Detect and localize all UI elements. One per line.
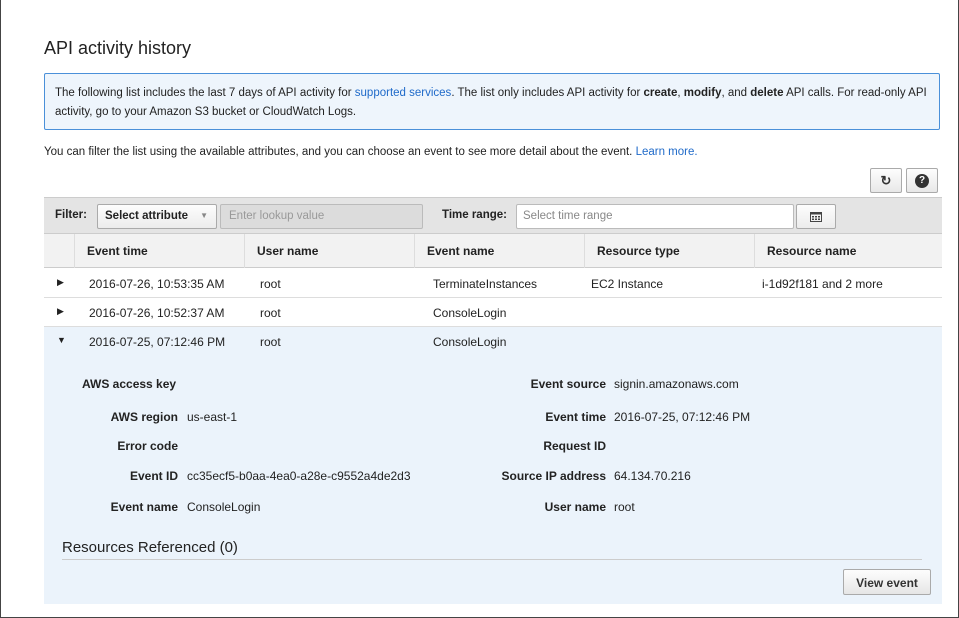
event-name-value: ConsoleLogin bbox=[187, 500, 261, 514]
resources-referenced-heading: Resources Referenced (0) bbox=[62, 539, 238, 556]
attribute-select[interactable]: Select attribute ▼ bbox=[97, 204, 217, 229]
cell-resource-name: i-1d92f181 and 2 more bbox=[762, 277, 883, 291]
event-time-label: Event time bbox=[545, 410, 606, 424]
info-text: The following list includes the last 7 d… bbox=[55, 87, 355, 99]
column-header-user-name[interactable]: User name bbox=[244, 234, 414, 268]
cell-user-name: root bbox=[260, 335, 281, 349]
time-range-label: Time range: bbox=[442, 209, 507, 221]
event-id-link[interactable]: cc35ecf5-b0aa-4ea0-a28e-c9552a4de2d3 bbox=[187, 469, 411, 483]
table-row-expanded[interactable]: ▼ 2016-07-25, 07:12:46 PM root ConsoleLo… bbox=[44, 327, 942, 356]
time-range-input[interactable]: Select time range bbox=[516, 204, 794, 229]
help-button[interactable]: ? bbox=[906, 168, 938, 193]
column-header-resource-name[interactable]: Resource name bbox=[754, 234, 942, 268]
info-box: The following list includes the last 7 d… bbox=[44, 73, 940, 130]
info-modify: modify bbox=[683, 87, 722, 99]
info-text: , and bbox=[721, 87, 751, 99]
help-icon: ? bbox=[915, 173, 929, 188]
calendar-button[interactable] bbox=[796, 204, 836, 229]
cell-user-name: root bbox=[260, 306, 281, 320]
user-name-value: root bbox=[614, 500, 635, 514]
cell-user-name: root bbox=[260, 277, 281, 291]
filter-bar: Filter: Select attribute ▼ Enter lookup … bbox=[44, 197, 942, 234]
event-name-label: Event name bbox=[110, 500, 178, 514]
info-create: create bbox=[643, 87, 678, 99]
request-id-label: Request ID bbox=[543, 439, 606, 453]
cell-event-name: TerminateInstances bbox=[433, 277, 538, 291]
lookup-input[interactable]: Enter lookup value bbox=[220, 204, 423, 229]
cell-event-time: 2016-07-25, 07:12:46 PM bbox=[89, 335, 226, 349]
chevron-down-icon: ▼ bbox=[200, 211, 208, 220]
filter-label: Filter: bbox=[55, 209, 87, 221]
attribute-select-value: Select attribute bbox=[105, 210, 189, 222]
cell-resource-type: EC2 Instance bbox=[591, 277, 664, 291]
column-header-resource-type[interactable]: Resource type bbox=[584, 234, 754, 268]
event-source-value: signin.amazonaws.com bbox=[614, 377, 739, 391]
source-ip-value: 64.134.70.216 bbox=[614, 469, 691, 483]
cell-event-time: 2016-07-26, 10:52:37 AM bbox=[89, 306, 225, 320]
column-header-event-name[interactable]: Event name bbox=[414, 234, 584, 268]
cell-event-name: ConsoleLogin bbox=[433, 335, 507, 349]
error-code-label: Error code bbox=[117, 439, 178, 453]
cell-event-time: 2016-07-26, 10:53:35 AM bbox=[89, 277, 225, 291]
event-source-label: Event source bbox=[530, 377, 606, 391]
info-delete: delete bbox=[750, 87, 784, 99]
learn-more-link[interactable]: Learn more. bbox=[636, 146, 698, 158]
table-row[interactable]: ▶ 2016-07-26, 10:53:35 AM root Terminate… bbox=[44, 269, 942, 298]
user-name-label: User name bbox=[544, 500, 606, 514]
region-value: us-east-1 bbox=[187, 410, 238, 424]
expand-icon[interactable]: ▶ bbox=[57, 306, 64, 317]
calendar-icon bbox=[810, 212, 822, 222]
filter-help-text: You can filter the list using the availa… bbox=[44, 146, 698, 158]
refresh-button[interactable]: ↻ bbox=[870, 168, 902, 193]
source-ip-label: Source IP address bbox=[501, 469, 607, 483]
region-label: AWS region bbox=[110, 410, 178, 424]
table-header: Event time User name Event name Resource… bbox=[44, 234, 942, 268]
expand-icon[interactable]: ▶ bbox=[57, 277, 64, 288]
access-key-label: AWS access key bbox=[82, 377, 177, 391]
refresh-icon: ↻ bbox=[880, 172, 892, 188]
divider bbox=[62, 559, 922, 560]
page-title: API activity history bbox=[44, 38, 192, 58]
supported-services-link[interactable]: supported services bbox=[355, 87, 452, 99]
event-time-value: 2016-07-25, 07:12:46 PM bbox=[614, 410, 751, 424]
event-detail-panel bbox=[44, 355, 942, 604]
cell-event-name: ConsoleLogin bbox=[433, 306, 507, 320]
filter-help-body: You can filter the list using the availa… bbox=[44, 146, 636, 158]
event-id-label: Event ID bbox=[129, 469, 178, 483]
info-text: . The list only includes API activity fo… bbox=[451, 87, 644, 99]
table-row[interactable]: ▶ 2016-07-26, 10:52:37 AM root ConsoleLo… bbox=[44, 298, 942, 327]
collapse-icon[interactable]: ▼ bbox=[57, 335, 66, 345]
column-header-event-time[interactable]: Event time bbox=[74, 234, 244, 268]
view-event-button[interactable]: View event bbox=[843, 569, 931, 595]
